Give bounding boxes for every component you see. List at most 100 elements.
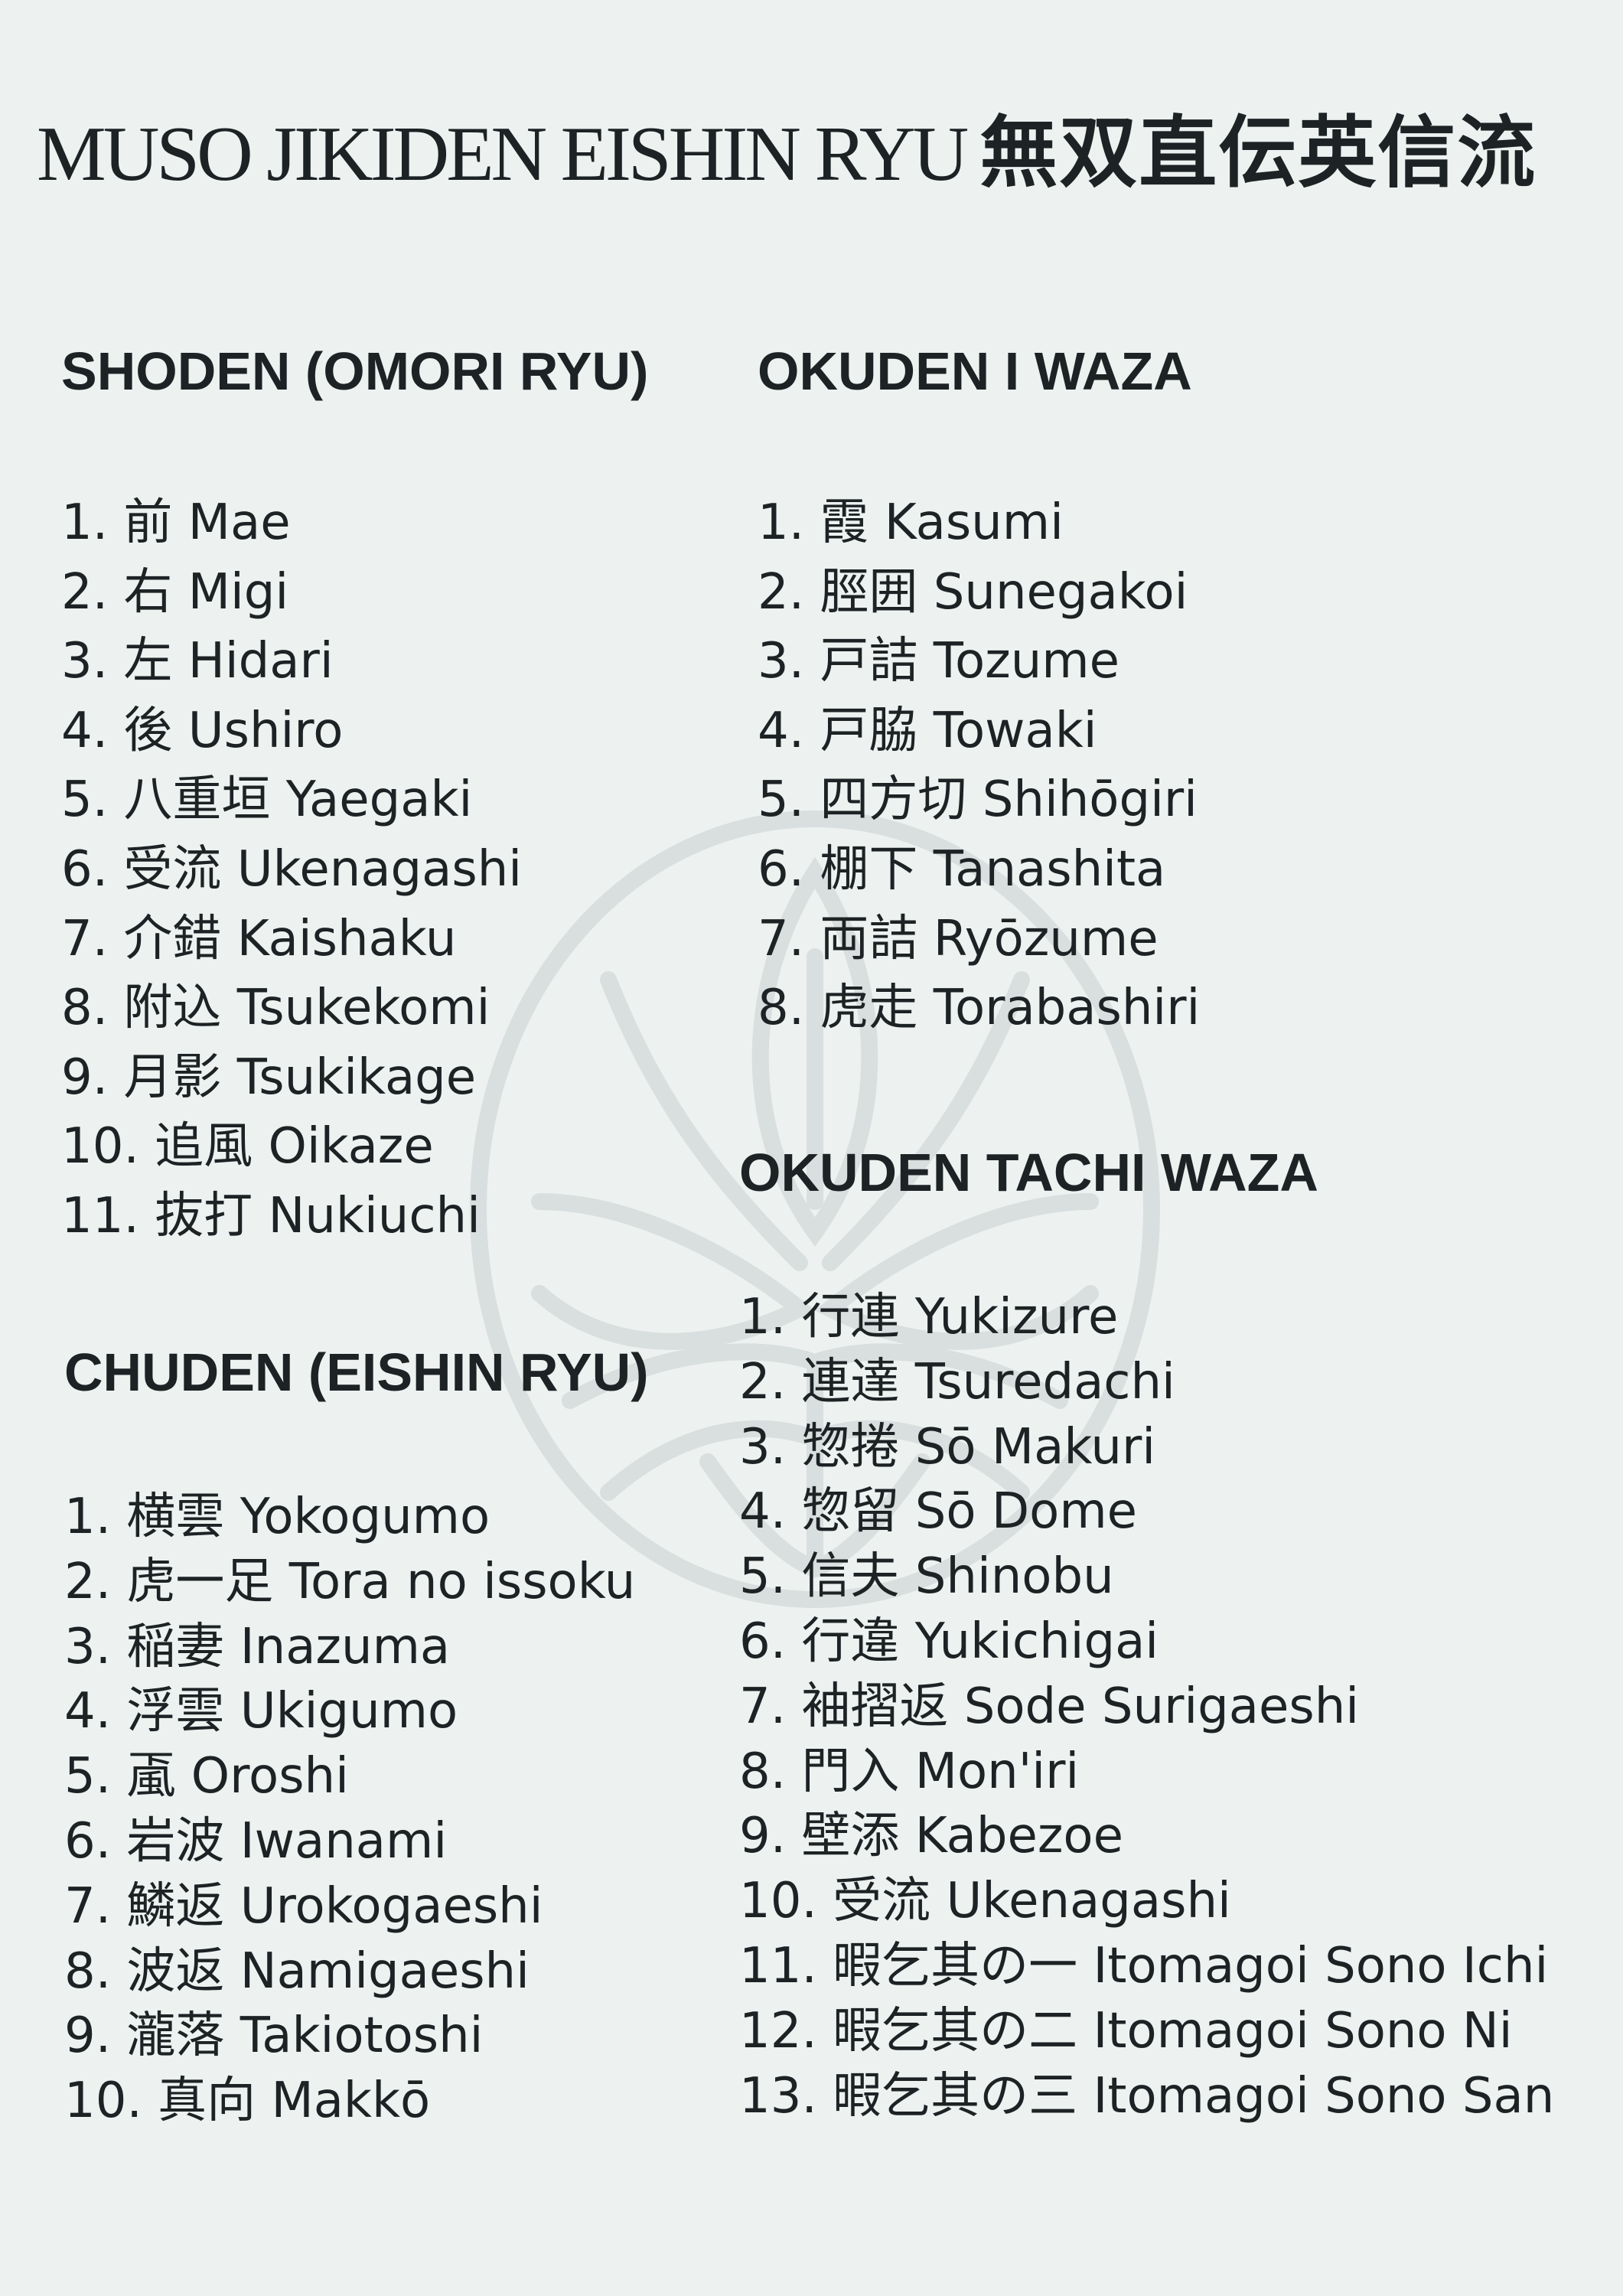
item-number: 4. (64, 1683, 112, 1740)
item-number: 2. (61, 563, 109, 621)
list-item: 9. 月影 Tsukikage (61, 1043, 648, 1113)
list-item: 2. 脛囲 Sunegakoi (758, 558, 1200, 628)
item-kanji: 惣捲 (801, 1418, 900, 1476)
item-romaji: Kasumi (884, 494, 1064, 551)
item-kanji: 稲妻 (126, 1618, 225, 1675)
item-number: 1. (61, 494, 109, 551)
item-romaji: Kaishaku (236, 910, 457, 967)
list-item: 3. 稲妻 Inazuma (64, 1615, 649, 1680)
list-item: 5. 信夫 Shinobu (739, 1544, 1554, 1609)
technique-list: 1. 行連 Yukizure 2. 連達 Tsuredachi 3. 惣捲 Sō Makur… (739, 1285, 1554, 2128)
list-item: 6. 受流 Ukenagashi (61, 835, 648, 905)
item-romaji: Sunegakoi (933, 563, 1188, 621)
item-kanji: 行違 (801, 1613, 900, 1670)
page-title: MUSO JIKIDEN EISHIN RYU 無双直伝英信流 (37, 115, 1537, 194)
item-romaji: Inazuma (240, 1618, 451, 1675)
item-number: 3. (64, 1618, 112, 1675)
section-okuden-tachi-waza: OKUDEN TACHI WAZA 1. 行連 Yukizure 2. 連達 Tsure… (739, 1146, 1554, 2128)
item-kanji: 暇乞其の二 (833, 2002, 1078, 2060)
list-item: 4. 戸脇 Towaki (758, 696, 1200, 766)
item-kanji: 脛囲 (820, 563, 918, 621)
item-romaji: Itomagoi Sono Ni (1093, 2002, 1513, 2060)
item-kanji: 霞 (820, 494, 869, 551)
item-kanji: 袖摺返 (801, 1678, 949, 1735)
item-romaji: Itomagoi Sono Ichi (1093, 1937, 1549, 1994)
item-number: 10. (64, 2073, 142, 2130)
section-shoden: SHODEN (OMORI RYU) 1. 前 Mae 2. 右 Migi 3. 左 Hid… (61, 344, 648, 1251)
list-item: 3. 戸詰 Tozume (758, 627, 1200, 696)
item-romaji: Ukenagashi (236, 840, 523, 898)
item-kanji: 瀧落 (126, 2007, 225, 2065)
list-item: 9. 壁添 Kabezoe (739, 1804, 1554, 1869)
technique-list: 1. 横雲 Yokogumo 2. 虎一足 Tora no issoku 3. 稲妻 Ina… (64, 1485, 649, 2134)
list-item: 2. 虎一足 Tora no issoku (64, 1550, 649, 1615)
item-kanji: 抜打 (155, 1187, 253, 1244)
section-okuden-i-waza: OKUDEN I WAZA 1. 霞 Kasumi 2. 脛囲 Sunegakoi 3.… (758, 344, 1200, 1043)
list-item: 2. 右 Migi (61, 558, 648, 628)
item-kanji: 真向 (158, 2073, 256, 2130)
item-romaji: Urokogaeshi (240, 1877, 543, 1935)
item-romaji: Tsukikage (236, 1049, 477, 1106)
list-item: 1. 前 Mae (61, 488, 648, 558)
list-item: 4. 惣留 Sō Dome (739, 1479, 1554, 1544)
item-romaji: Tsukekomi (236, 980, 490, 1037)
item-kanji: 月影 (123, 1049, 222, 1106)
item-number: 5. (739, 1548, 787, 1606)
technique-list: 1. 前 Mae 2. 右 Migi 3. 左 Hidari 4. 後 Ushiro 5. 八重垣… (61, 488, 648, 1251)
item-kanji: 暇乞其の一 (833, 1937, 1078, 1994)
item-romaji: Kabezoe (914, 1808, 1123, 1865)
list-item: 8. 附込 Tsukekomi (61, 974, 648, 1043)
item-romaji: Shihōgiri (982, 771, 1198, 829)
list-item: 5. 颪 Oroshi (64, 1744, 649, 1809)
list-item: 11. 抜打 Nukiuchi (61, 1182, 648, 1251)
item-kanji: 暇乞其の三 (833, 2067, 1078, 2125)
item-number: 13. (739, 2067, 817, 2125)
item-number: 8. (758, 980, 805, 1037)
item-number: 1. (739, 1289, 787, 1345)
item-romaji: Migi (187, 563, 289, 621)
item-number: 2. (64, 1553, 112, 1610)
item-number: 5. (61, 771, 109, 829)
item-kanji: 受流 (833, 1873, 931, 1930)
item-number: 7. (758, 910, 805, 967)
item-kanji: 棚下 (820, 840, 918, 898)
technique-list: 1. 霞 Kasumi 2. 脛囲 Sunegakoi 3. 戸詰 Tozume 4. 戸脇 T… (758, 488, 1200, 1043)
item-kanji: 連達 (801, 1353, 900, 1411)
item-kanji: 行連 (801, 1289, 900, 1345)
item-number: 8. (739, 1743, 787, 1800)
item-number: 2. (739, 1353, 787, 1411)
item-kanji: 追風 (155, 1118, 253, 1176)
item-number: 6. (739, 1613, 787, 1670)
item-number: 2. (758, 563, 805, 621)
section-heading: OKUDEN I WAZA (758, 341, 1192, 401)
item-number: 6. (64, 1812, 112, 1870)
list-item: 7. 介錯 Kaishaku (61, 905, 648, 974)
item-romaji: Tozume (933, 633, 1119, 690)
item-kanji: 鱗返 (126, 1877, 225, 1935)
item-romaji: Oikaze (268, 1118, 434, 1176)
item-number: 1. (758, 494, 805, 551)
item-romaji: Ryōzume (933, 910, 1159, 967)
item-romaji: Yukichigai (914, 1613, 1159, 1670)
item-kanji: 附込 (123, 980, 222, 1037)
item-romaji: Shinobu (914, 1548, 1114, 1606)
item-kanji: 右 (123, 563, 173, 621)
item-kanji: 受流 (123, 840, 222, 898)
item-romaji: Oroshi (191, 1748, 349, 1805)
item-kanji: 戸詰 (820, 633, 918, 690)
list-item: 13. 暇乞其の三 Itomagoi Sono San (739, 2064, 1554, 2129)
item-number: 9. (61, 1049, 109, 1106)
item-romaji: Ukigumo (240, 1683, 458, 1740)
list-item: 4. 浮雲 Ukigumo (64, 1679, 649, 1744)
list-item: 10. 受流 Ukenagashi (739, 1869, 1554, 1934)
item-number: 6. (758, 840, 805, 898)
item-romaji: Hidari (187, 633, 334, 690)
list-item: 12. 暇乞其の二 Itomagoi Sono Ni (739, 1999, 1554, 2064)
item-number: 5. (64, 1748, 112, 1805)
list-item: 6. 棚下 Tanashita (758, 835, 1200, 905)
list-item: 9. 瀧落 Takiotoshi (64, 2004, 649, 2069)
item-romaji: Makkō (271, 2073, 431, 2130)
item-romaji: Yukizure (914, 1289, 1119, 1345)
item-number: 7. (61, 910, 109, 967)
item-romaji: Takiotoshi (240, 2007, 484, 2065)
